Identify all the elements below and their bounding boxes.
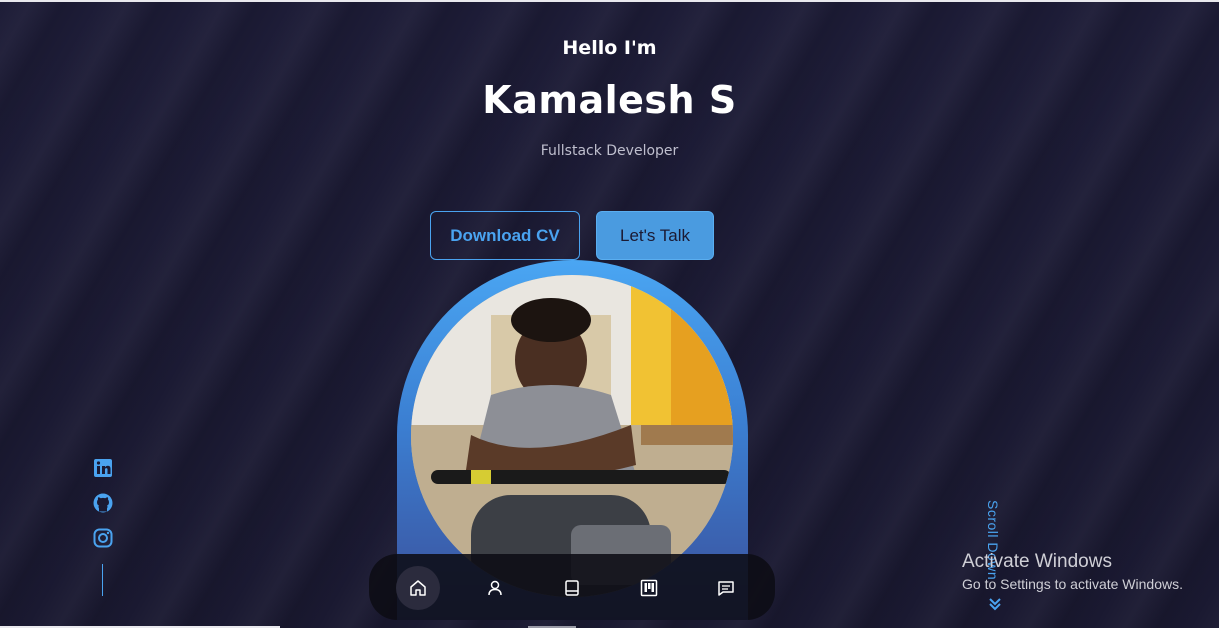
social-links [93, 458, 115, 563]
window-top-border [0, 0, 1219, 2]
profile-photo [411, 275, 733, 597]
github-icon[interactable] [93, 493, 113, 513]
greeting-text: Hello I'm [562, 37, 657, 59]
instagram-icon[interactable] [93, 528, 113, 548]
nav-projects[interactable] [627, 566, 671, 610]
bottom-nav [369, 554, 775, 620]
message-icon [718, 581, 734, 596]
lets-talk-button[interactable]: Let's Talk [596, 211, 714, 260]
home-icon [410, 580, 426, 596]
download-cv-button[interactable]: Download CV [430, 211, 580, 260]
nav-about[interactable] [473, 566, 517, 610]
nav-experience[interactable] [550, 566, 594, 610]
social-divider-line [102, 564, 103, 596]
double-chevron-down-icon [989, 598, 1001, 611]
watermark-title: Activate Windows [962, 551, 1112, 572]
profile-photo-illustration [411, 275, 733, 597]
user-icon [488, 580, 502, 596]
linkedin-icon[interactable] [93, 458, 113, 478]
book-icon [565, 580, 579, 596]
nav-home[interactable] [396, 566, 440, 610]
profile-name: Kamalesh S [482, 78, 737, 122]
watermark-subtitle: Go to Settings to activate Windows. [962, 576, 1183, 592]
projects-icon [640, 579, 658, 597]
profile-role: Fullstack Developer [540, 143, 679, 159]
nav-contact[interactable] [704, 566, 748, 610]
activate-windows-watermark: Activate Windows Go to Settings to activ… [962, 551, 1183, 592]
